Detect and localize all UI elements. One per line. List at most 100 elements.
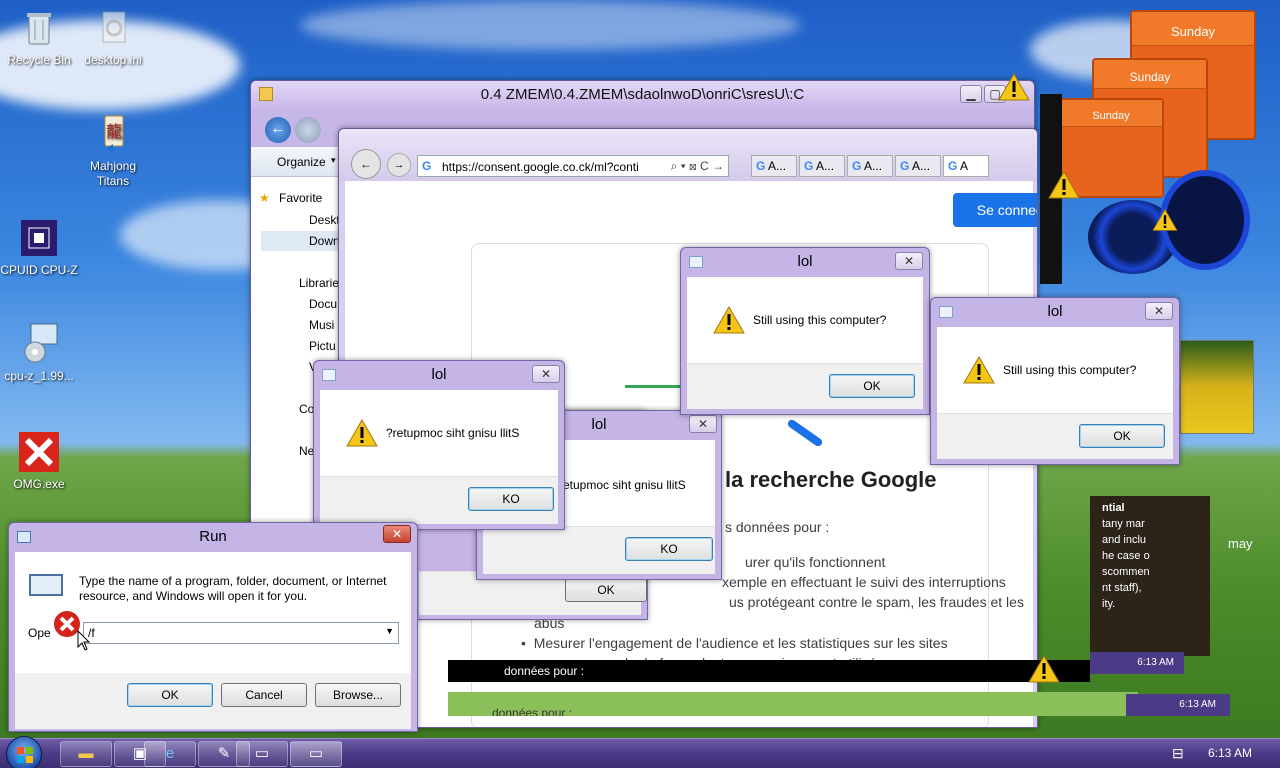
folder-icon: [259, 87, 273, 101]
chevron-down-icon[interactable]: ▼: [385, 626, 394, 636]
ok-button[interactable]: OK: [565, 578, 647, 602]
window-icon: [322, 369, 336, 381]
star-icon: ★: [259, 191, 270, 205]
dialog-titlebar: lol: [931, 298, 1179, 326]
recycle-bin-icon: [17, 6, 61, 50]
tab-2[interactable]: G A...: [799, 155, 845, 177]
tab-5-active[interactable]: G A: [943, 155, 989, 177]
close-button[interactable]: ✕: [1145, 302, 1173, 320]
back-arrow-icon[interactable]: ←: [351, 149, 381, 179]
run-description: Type the name of a program, folder, docu…: [79, 574, 387, 603]
search-icon[interactable]: ⌕ ▾ ⊠ C →: [671, 159, 724, 174]
organize-button[interactable]: Organize: [277, 155, 326, 169]
taskbar-run[interactable]: ▭: [290, 741, 342, 767]
forward-arrow-icon[interactable]: [295, 117, 321, 143]
tab-strip: G A... G A... G A... G A... G A: [741, 155, 1031, 177]
desktop-icon-label: CPUID CPU-Z: [0, 263, 78, 277]
run-program-icon: [29, 574, 63, 596]
mahjong-icon: 龍: [91, 112, 135, 156]
nav-music[interactable]: Musi: [309, 318, 334, 332]
google-g-icon: G: [422, 159, 432, 173]
clock-ghost: 6:13 AM: [1090, 652, 1184, 674]
desktop-icon-label: Recycle Bin: [7, 53, 71, 67]
paint-icon: ✎: [217, 745, 231, 762]
slideshow-gadget: [1180, 340, 1254, 434]
close-button[interactable]: ✕: [895, 252, 923, 270]
open-label: Ope: [28, 626, 51, 640]
open-input[interactable]: /f ▼: [83, 622, 399, 644]
dialog-message: retupmoc siht gnisu llitS: [559, 478, 686, 492]
dialog-titlebar: lol: [314, 361, 564, 389]
consent-heading: la recherche Google: [725, 467, 937, 492]
bullet-1c: us protégeant contre le spam, les fraude…: [729, 594, 1024, 610]
folder-icon: ▬: [78, 745, 94, 762]
taskbar-clock[interactable]: 6:13 AM: [1208, 746, 1252, 760]
calendar-day: Sunday: [1132, 12, 1254, 46]
nav-desktop[interactable]: Deskt: [309, 213, 340, 227]
desktop-icon-recycle-bin[interactable]: Recycle Bin: [0, 6, 78, 68]
forward-arrow-icon[interactable]: →: [387, 153, 411, 177]
address-bar[interactable]: G https://consent.google.co.ck/ml?conti …: [417, 155, 729, 177]
clock-ghost: 6:13 AM: [1126, 694, 1230, 716]
cancel-button[interactable]: Cancel: [221, 683, 307, 707]
ko-button[interactable]: KO: [468, 487, 554, 511]
window-icon: ▭: [254, 745, 270, 762]
dialog-footer: OK: [937, 413, 1173, 459]
warning-icon: [713, 305, 745, 334]
browse-button[interactable]: Browse...: [315, 683, 401, 707]
nav-libraries[interactable]: Librarie: [299, 276, 339, 290]
tab-3[interactable]: G A...: [847, 155, 893, 177]
taskbar-explorer[interactable]: ▬: [60, 741, 112, 767]
taskbar-ie[interactable]: e: [144, 741, 196, 767]
calendar-day: Sunday: [1094, 60, 1206, 89]
dialog-message: Still using this computer?: [1003, 363, 1137, 377]
explorer-title: 0.4 ZMEM\0.4.ZMEM\sdaolnwoD\onriC\sresU\…: [480, 86, 805, 103]
dialog-body: Still using this computer?: [937, 327, 1173, 413]
desktop-icon-cpuz[interactable]: CPUID CPU-Z: [0, 216, 78, 278]
taskbar-window[interactable]: ▭: [236, 741, 288, 767]
desktop-icon-cpuz-installer[interactable]: cpu-z_1.99...: [0, 322, 78, 384]
desktop-icon-label: OMG.exe: [13, 477, 65, 491]
close-button[interactable]: ✕: [383, 525, 411, 543]
consent-paragraph: s données pour :: [725, 519, 830, 535]
window-icon: [939, 306, 953, 318]
desktop-icon-label: Mahjong Titans: [89, 159, 137, 188]
message-dialog-reversed: lol ✕ ?retupmoc siht gnisu llitS KO: [313, 360, 565, 530]
glitch-strip: données pour :: [448, 660, 1090, 682]
nav-documents[interactable]: Docu: [309, 297, 337, 311]
bullet-2a: • Mesurer l'engagement de l'audience et …: [521, 635, 948, 651]
run-icon: ▭: [308, 745, 324, 762]
start-button[interactable]: [6, 736, 42, 768]
tab-1[interactable]: G A...: [751, 155, 797, 177]
nav-pictures[interactable]: Pictu: [309, 339, 336, 353]
feed-side-text: may: [1228, 536, 1253, 551]
desktop-icon-desktop-ini[interactable]: desktop.ini: [74, 6, 152, 68]
feed-text: ntial tany mar and inclu he case o scomm…: [1102, 502, 1150, 610]
run-footer: OK Cancel Browse...: [15, 673, 411, 729]
windows-logo-icon: [17, 747, 33, 763]
installer-icon: [17, 322, 61, 366]
warning-icon: [998, 72, 1030, 101]
nav-downloads[interactable]: Down: [309, 234, 340, 248]
ok-button[interactable]: OK: [127, 683, 213, 707]
back-arrow-icon[interactable]: ←: [265, 117, 291, 143]
desktop: Recycle Bin desktop.ini 龍 Mahjong Titans…: [0, 0, 1280, 738]
nav-favorites[interactable]: ★ Favorite: [259, 191, 322, 205]
tab-4[interactable]: G A...: [895, 155, 941, 177]
minimize-button[interactable]: ▁: [960, 85, 982, 103]
svg-text:龍: 龍: [106, 123, 122, 141]
ok-button[interactable]: OK: [1079, 424, 1165, 448]
mouse-cursor-icon: [77, 630, 91, 651]
close-button[interactable]: ✕: [532, 365, 560, 383]
desktop-icon-omg[interactable]: OMG.exe: [0, 430, 78, 492]
network-icon[interactable]: ⊟: [1172, 745, 1184, 762]
ok-button[interactable]: OK: [829, 374, 915, 398]
close-button[interactable]: ✕: [689, 415, 717, 433]
sign-in-button[interactable]: Se connecter: [953, 193, 1037, 227]
ko-button[interactable]: KO: [625, 537, 713, 561]
desktop-icon-mahjong[interactable]: 龍 Mahjong Titans: [74, 112, 152, 189]
error-x-icon: [17, 430, 61, 474]
warning-icon: [1152, 208, 1178, 231]
feed-gadget: ntial tany mar and inclu he case o scomm…: [1090, 496, 1210, 656]
chevron-down-icon: ▾: [331, 155, 336, 165]
